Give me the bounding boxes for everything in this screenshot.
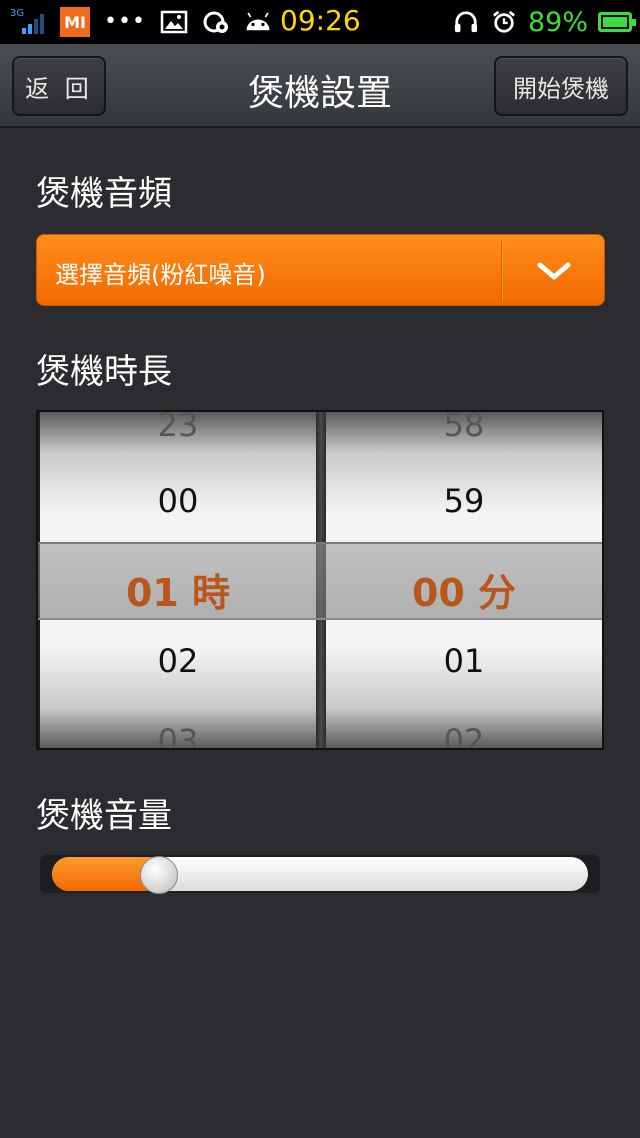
audio-section-label: 煲機音頻 xyxy=(36,174,172,214)
network-type: 3G xyxy=(10,8,25,19)
start-burn-in-button[interactable]: 開始煲機 xyxy=(494,56,628,116)
audio-select-dropdown[interactable]: 選擇音頻(粉紅噪音) xyxy=(36,234,605,306)
hours-item[interactable]: 00 xyxy=(40,482,316,520)
duration-section-label: 煲機時長 xyxy=(36,352,172,392)
more-dots-icon: ••• xyxy=(104,9,146,34)
volume-section-label: 煲機音量 xyxy=(36,796,172,836)
battery-percent: 89% xyxy=(527,6,588,38)
signal-icon: 3G xyxy=(10,8,46,36)
selected-minutes: 00 分 xyxy=(411,571,517,615)
alarm-icon xyxy=(492,10,516,33)
sync-icon xyxy=(203,11,228,33)
status-time: 09:26 xyxy=(280,4,361,37)
volume-slider-thumb[interactable] xyxy=(140,856,179,894)
status-left-icons: 3G MI ••• xyxy=(10,6,272,38)
chevron-down-icon xyxy=(537,262,571,280)
headphones-icon xyxy=(454,11,478,33)
android-icon xyxy=(246,12,270,31)
status-right-icons: 89% xyxy=(452,6,636,38)
hours-item[interactable]: 03 xyxy=(40,722,316,748)
status-bar: 3G MI ••• 09:26 89% xyxy=(0,0,640,44)
dropdown-value: 選擇音頻(粉紅噪音) xyxy=(55,261,266,289)
duration-picker: 23 00 02 03 58 59 01 02 01 時 00 分 xyxy=(36,410,604,750)
minutes-item[interactable]: 01 xyxy=(326,642,602,680)
selected-hours: 01 時 xyxy=(125,571,231,615)
image-icon xyxy=(160,10,188,34)
minutes-item[interactable]: 59 xyxy=(326,482,602,520)
minutes-item[interactable]: 02 xyxy=(326,722,602,748)
hours-item[interactable]: 23 xyxy=(40,412,316,444)
mi-icon: MI xyxy=(60,7,90,37)
hours-item[interactable]: 02 xyxy=(40,642,316,680)
dropdown-divider xyxy=(501,241,503,301)
title-bar: 返 回 煲機設置 開始煲機 xyxy=(0,44,640,128)
battery-icon xyxy=(598,12,636,32)
minutes-item[interactable]: 58 xyxy=(326,412,602,444)
